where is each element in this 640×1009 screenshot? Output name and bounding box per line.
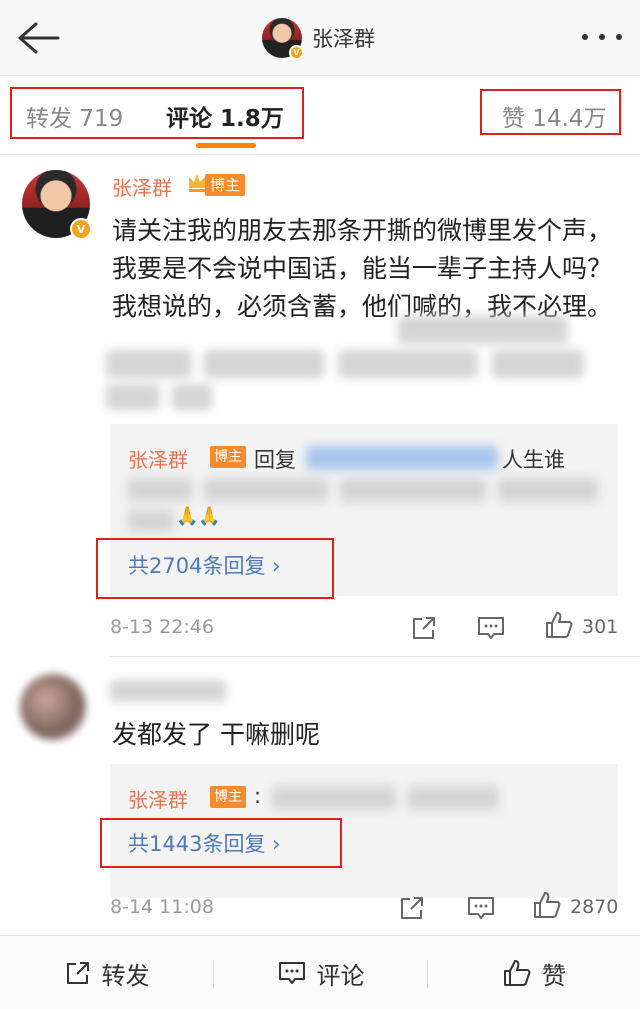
back-arrow-icon[interactable] [14,18,62,58]
comment-author[interactable]: 张泽群 [112,172,172,201]
like-count: 2870 [570,896,619,918]
comment-icon [278,962,305,984]
highlight-box-replies [100,818,342,868]
more-dots-icon[interactable] [582,34,622,42]
blurred-text [204,478,328,502]
blurred-author-name [110,680,226,702]
verified-badge-icon: V [70,218,92,240]
comment-time: 8-14 11:08 [110,896,214,918]
blurred-text [128,510,174,532]
active-tab-indicator [196,143,256,148]
bottom-action-bar: 转发 评论 赞 [0,935,640,1009]
reply-author-badge: 博主 [210,446,246,468]
comment-icon[interactable] [476,614,506,642]
tab-repost[interactable]: 转发 719 [26,99,123,133]
blurred-text [106,384,160,410]
reply-prefix: : [254,784,262,808]
bottom-comment-label: 评论 [316,961,365,990]
reply-prefix: 回复 [254,448,296,472]
blurred-text [106,350,192,378]
reply-author[interactable]: 张泽群 [128,784,188,813]
verified-badge-icon: V [289,45,304,60]
reply-author[interactable]: 张泽群 [128,444,188,473]
bottom-repost-label: 转发 [101,961,150,990]
blurred-mention [306,446,498,470]
blurred-text [172,384,212,410]
crown-icon [189,174,205,192]
comment-time: 8-13 22:46 [110,616,214,638]
share-icon[interactable] [410,614,438,642]
like-icon[interactable] [532,890,562,920]
blurred-text [340,478,486,502]
like-count: 301 [582,616,619,638]
bottom-repost-button[interactable]: 转发 [0,936,213,1009]
share-icon[interactable] [398,894,426,922]
blurred-text [272,786,396,810]
header-avatar[interactable]: V [262,18,304,60]
comment-icon[interactable] [466,894,496,922]
reply-author-badge: 博主 [210,786,246,808]
comment-text: 请关注我的朋友去那条开撕的微博里发个声，我要是不会说中国话，能当一辈子主持人吗？… [112,216,613,321]
blurred-text [498,478,598,502]
header-username[interactable]: 张泽群 [312,23,375,53]
blurred-text [128,478,192,502]
blurred-text [338,350,478,378]
bottom-comment-button[interactable]: 评论 [214,936,427,1009]
comment-avatar[interactable]: V [22,170,92,240]
tab-comment[interactable]: 评论 1.8万 [166,99,284,133]
comment-divider [110,656,640,657]
comment-text: 发都发了 干嘛删呢 [112,720,320,749]
comment-avatar[interactable] [20,674,86,740]
reply-suffix: 人生谁 [502,448,565,472]
blurred-text [408,786,498,810]
blurred-text [492,350,584,378]
top-nav-bar: V 张泽群 [0,0,640,76]
tab-like[interactable]: 赞 14.4万 [502,99,607,133]
share-icon [66,962,89,984]
bottom-like-button[interactable]: 赞 [428,936,640,1009]
emoji-pray-icon: 🙏🙏 [176,506,221,527]
like-icon[interactable] [544,610,574,640]
blurred-text [398,316,568,344]
tab-bar: 转发 719 评论 1.8万 赞 14.4万 [0,77,640,155]
like-icon [504,960,531,986]
highlight-box-replies [96,538,334,599]
blurred-text [204,350,324,378]
header-profile[interactable]: V 张泽群 [262,16,375,60]
bottom-like-label: 赞 [542,961,566,990]
author-badge: 博主 [205,174,246,196]
